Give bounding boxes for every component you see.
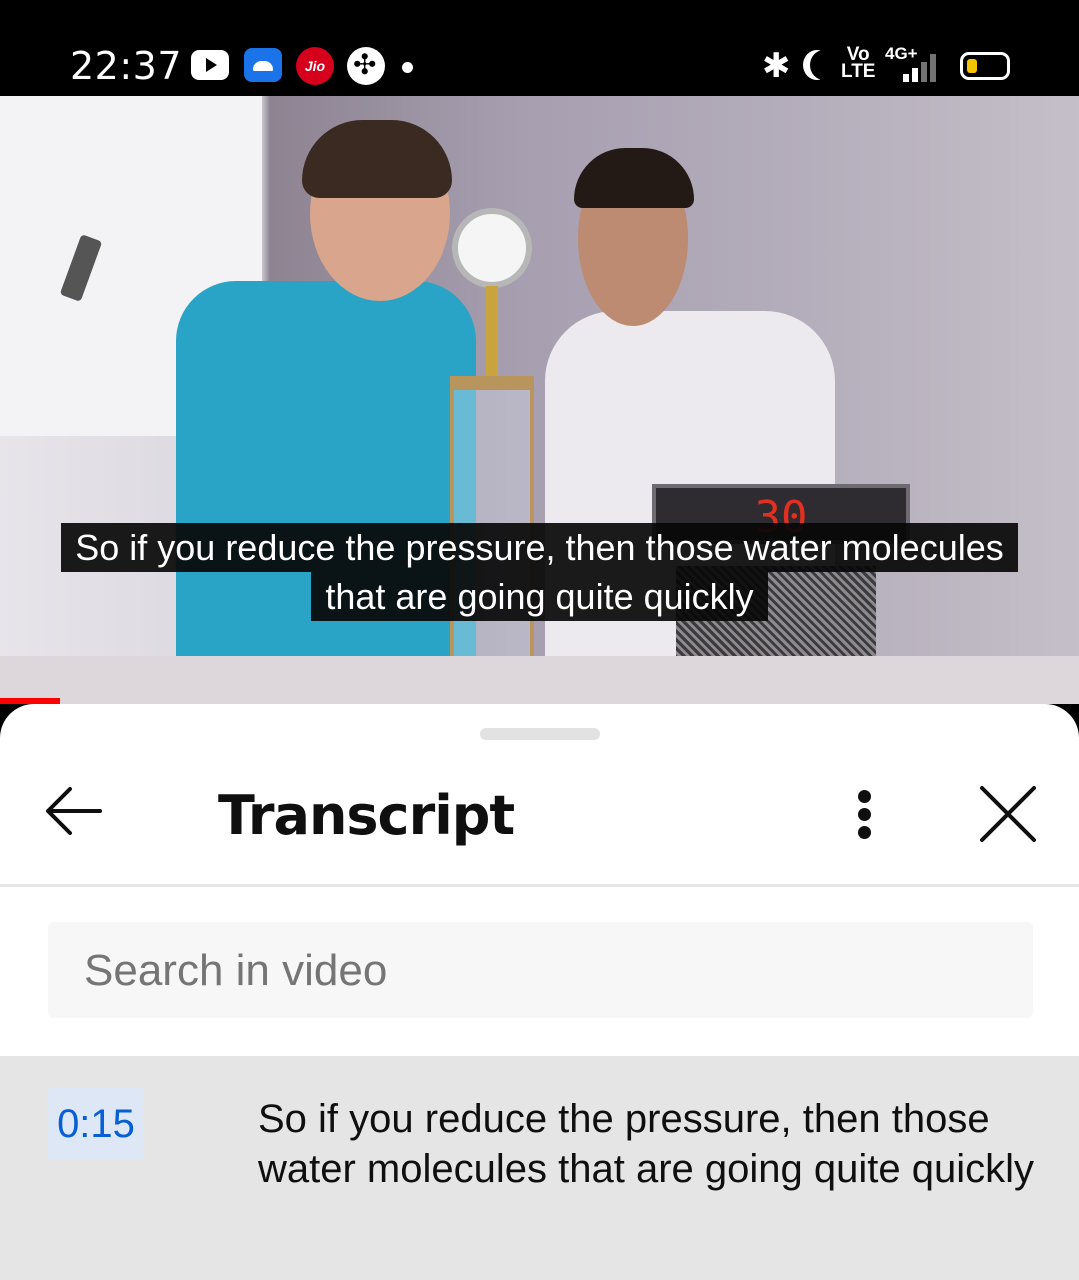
panel-title: Transcript	[218, 784, 515, 847]
caption-line-1: So if you reduce the pressure, then thos…	[61, 523, 1018, 572]
android-icon	[244, 48, 282, 82]
more-options-button[interactable]	[840, 780, 890, 846]
caption-line-2: that are going quite quickly	[311, 572, 768, 621]
gauge-pipe	[486, 286, 498, 376]
status-time: 22:37	[70, 44, 183, 88]
volte-icon: Vo LTE	[841, 45, 876, 82]
battery-icon	[960, 52, 1010, 80]
more-dot-icon	[858, 826, 871, 839]
presenter-right-hair	[574, 148, 694, 208]
signal-icon	[903, 52, 945, 82]
pressure-gauge	[452, 208, 532, 288]
more-dot-icon	[858, 790, 871, 803]
game-icon	[347, 47, 385, 85]
close-button[interactable]	[972, 778, 1044, 850]
presenter-left	[176, 281, 476, 701]
video-caption: So if you reduce the pressure, then thos…	[0, 523, 1079, 621]
volte-label-bottom: LTE	[841, 61, 876, 82]
segment-text: So if you reduce the pressure, then thos…	[258, 1097, 1034, 1191]
arrow-left-icon	[46, 787, 102, 835]
drag-handle[interactable]	[480, 728, 600, 740]
search-box[interactable]	[48, 922, 1033, 1018]
do-not-disturb-icon	[810, 50, 838, 80]
status-bar: 22:37 Jio ✱ Vo LTE 4G+	[0, 0, 1079, 96]
more-dot-icon	[858, 808, 871, 821]
transcript-panel: Transcript 0:15 So if you reduce the pre…	[0, 704, 1079, 1280]
jio-icon: Jio	[296, 47, 334, 85]
segment-timestamp[interactable]: 0:15	[48, 1088, 144, 1160]
youtube-icon	[191, 50, 229, 80]
video-player[interactable]: 30 So if you reduce the pressure, then t…	[0, 96, 1079, 704]
back-button[interactable]	[40, 776, 110, 846]
presenter-left-hair	[302, 120, 452, 198]
bluetooth-icon: ✱	[762, 46, 791, 86]
header-divider	[0, 884, 1079, 887]
close-icon	[980, 786, 1036, 842]
transcript-segment[interactable]: 0:15 So if you reduce the pressure, then…	[0, 1056, 1079, 1280]
lab-table	[0, 656, 1079, 704]
dot-icon	[402, 62, 413, 73]
search-input[interactable]	[84, 946, 984, 996]
